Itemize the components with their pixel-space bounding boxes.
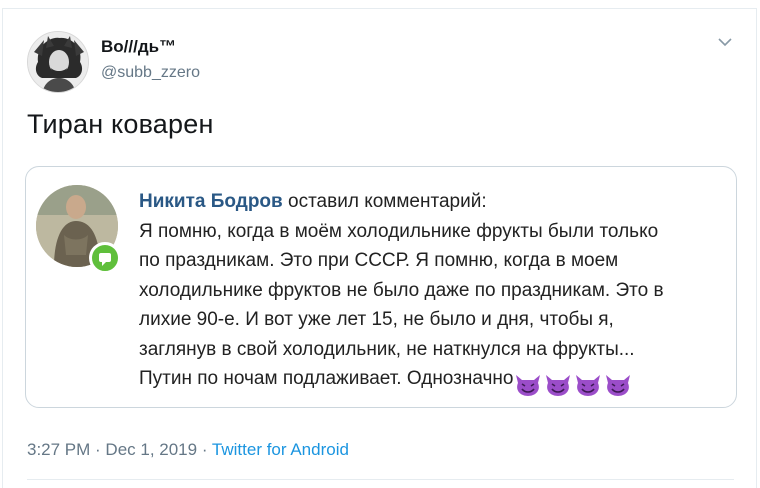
comment-line: холодильнике фруктов не было даже по пра…	[139, 279, 664, 301]
emoji-row	[514, 370, 634, 400]
meta-separator: ·	[90, 440, 106, 459]
smiling-imp-icon	[516, 374, 541, 396]
tweet-time[interactable]: 3:27 PM	[27, 440, 90, 459]
tweet-source-link[interactable]: Twitter for Android	[212, 440, 349, 459]
comment-line: лихие 90-е. И вот уже лет 15, не было и …	[139, 309, 614, 330]
tweet-meta: 3:27 PM · Dec 1, 2019 · Twitter for Andr…	[27, 440, 349, 460]
smiling-imp-icon	[606, 374, 631, 396]
comment-action-label: оставил комментарий:	[288, 191, 487, 212]
display-name[interactable]: Во///дь™	[101, 37, 176, 57]
meta-separator: ·	[197, 440, 212, 459]
avatar-portrait-icon	[28, 32, 88, 92]
smiling-imp-icon	[576, 374, 601, 396]
chevron-down-icon[interactable]	[716, 33, 734, 51]
divider	[27, 479, 734, 480]
comment-badge-icon	[89, 242, 121, 274]
quoted-content-card[interactable]: Никита Бодров оставил комментарий: Я пом…	[25, 166, 737, 408]
tweet-card: Во///дь™ @subb_zzero Тиран коварен Никит…	[2, 8, 757, 488]
user-avatar[interactable]	[27, 31, 89, 93]
comment-line: по праздникам. Это при СССР. Я помню, ко…	[139, 250, 619, 271]
quoted-comment: Никита Бодров оставил комментарий: Я пом…	[139, 187, 729, 400]
comment-line: Путин по ночам подлаживает. Однозначно	[139, 368, 514, 389]
quoted-author-name[interactable]: Никита Бодров	[139, 191, 283, 212]
smiling-imp-icon	[546, 374, 571, 396]
tweet-date[interactable]: Dec 1, 2019	[105, 440, 197, 459]
comment-line: Я помню, когда в моём холодильнике фрукт…	[139, 220, 659, 242]
user-handle[interactable]: @subb_zzero	[101, 64, 200, 82]
tweet-text: Тиран коварен	[27, 109, 214, 139]
comment-line: заглянув в свой холодильник, не наткнулс…	[139, 338, 635, 360]
